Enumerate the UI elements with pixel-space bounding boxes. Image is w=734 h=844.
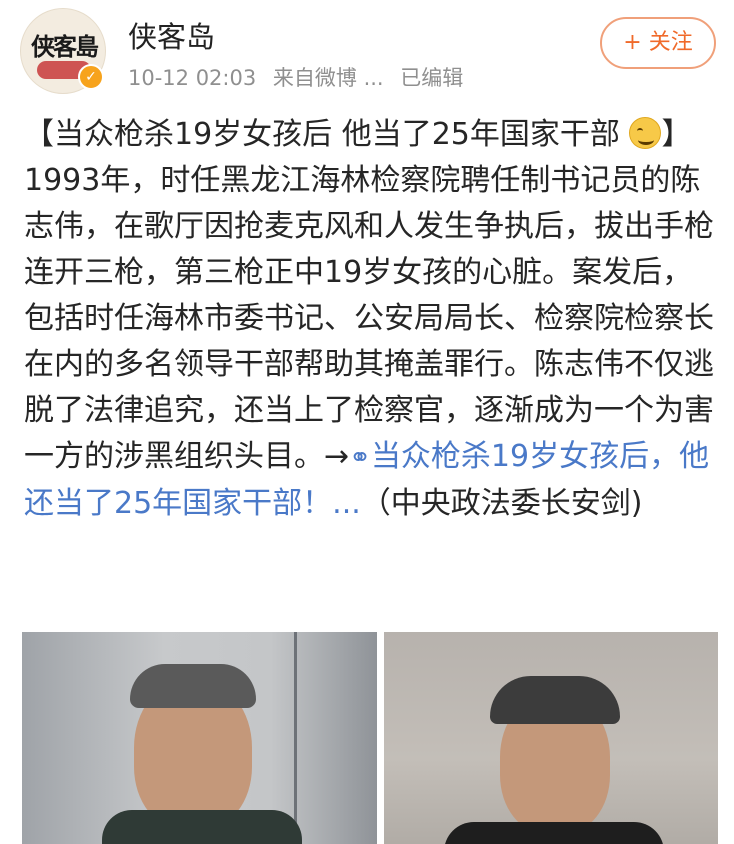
post-meta: 10-12 02:03 来自微博 ... 已编辑 (128, 62, 473, 92)
post-title: 【当众枪杀19岁女孩后 他当了25年国家干部 (24, 117, 620, 152)
source-note: （中央政法委长安剑) (360, 486, 643, 521)
timestamp: 10-12 02:03 (128, 66, 257, 90)
hair-right (490, 676, 620, 724)
edited-label[interactable]: 已编辑 (400, 66, 463, 90)
verified-badge-icon: ✓ (78, 64, 104, 90)
post-body: 】1993年，时任黑龙江海林检察院聘任制书记员的陈志伟，在歌厅因抢麦克风和人发生… (24, 117, 714, 474)
link-icon[interactable]: ⚭ (349, 435, 371, 481)
username[interactable]: 侠客岛 (128, 14, 215, 56)
post-text: 【当众枪杀19岁女孩后 他当了25年国家干部 】1993年，时任黑龙江海林检察院… (24, 112, 714, 527)
shirt-right (444, 822, 664, 844)
post-header: 侠客島 ✓ 侠客岛 10-12 02:03 来自微博 ... 已编辑 + 关注 (0, 0, 734, 108)
photo-left[interactable] (22, 632, 377, 844)
hair-left (130, 664, 256, 708)
avatar-logo-text: 侠客島 (31, 32, 99, 61)
sweat-smile-emoji-icon (629, 117, 662, 149)
follow-button[interactable]: + 关注 (600, 17, 716, 69)
wall-panel-divider (294, 632, 297, 844)
post-source: 来自微博 ... (272, 66, 384, 90)
photo-right[interactable] (384, 632, 718, 844)
shirt-left (102, 810, 302, 844)
photo-grid (22, 632, 718, 844)
